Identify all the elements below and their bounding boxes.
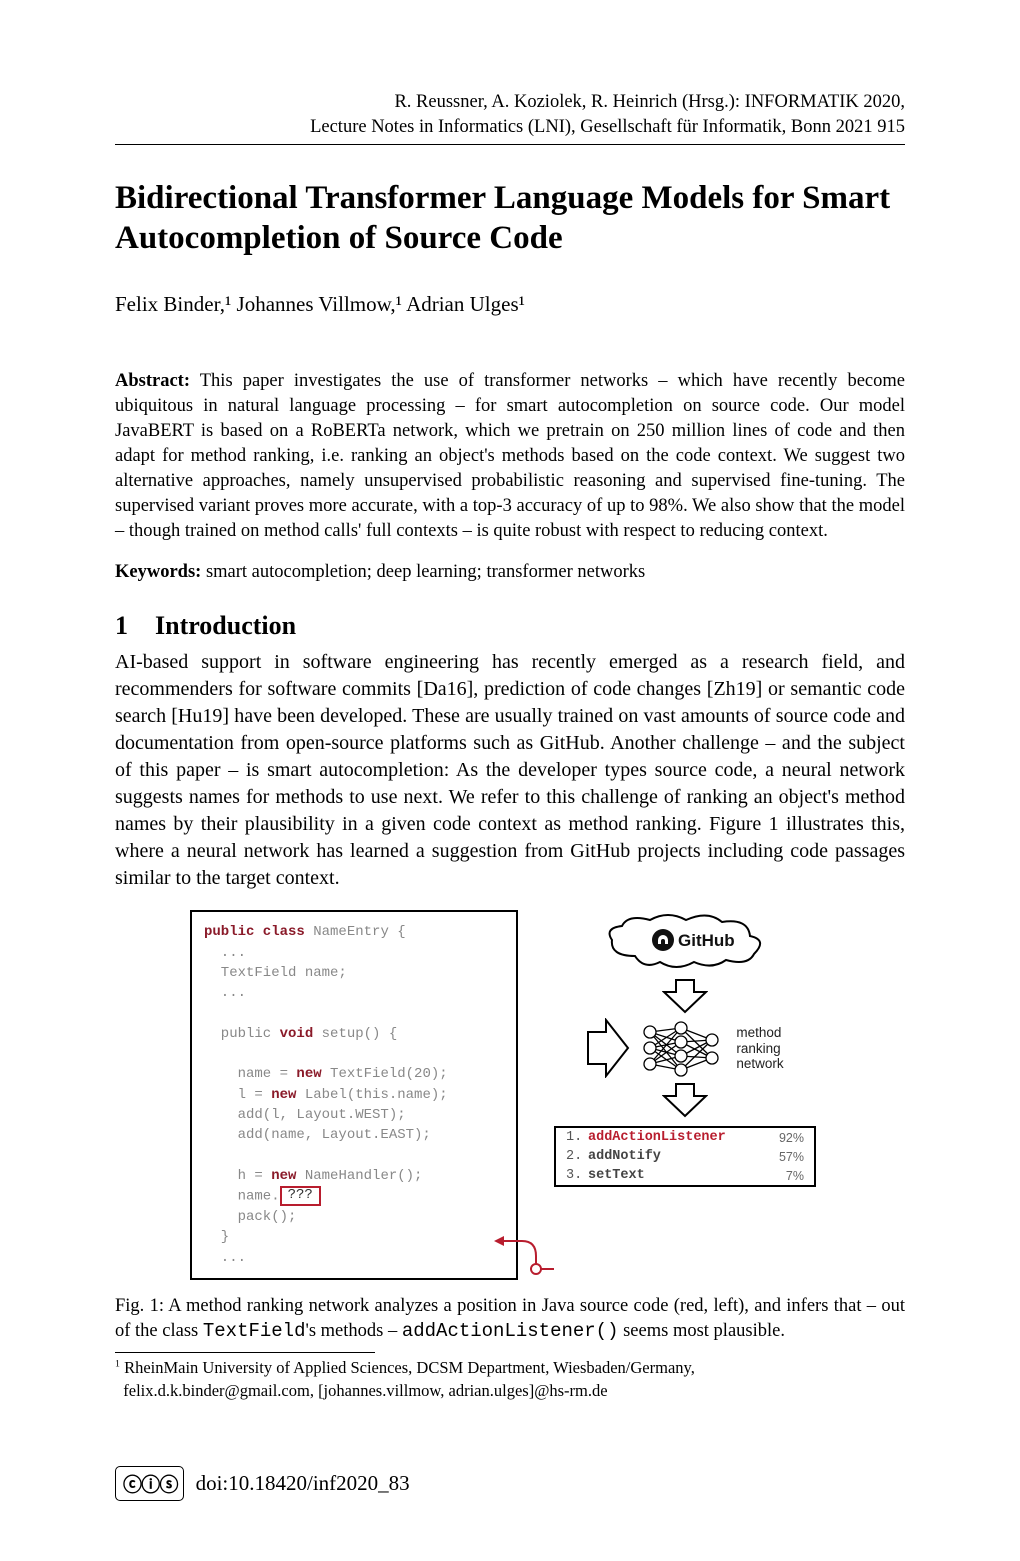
header-rule <box>115 144 905 145</box>
rank-num: 2. <box>566 1149 588 1164</box>
rank-num: 1. <box>566 1130 588 1145</box>
section-number: 1 <box>115 611 155 641</box>
code-l7: add(l, Layout.WEST); <box>204 1107 406 1123</box>
footnote-block: 1 RheinMain University of Applied Scienc… <box>115 1357 905 1402</box>
keywords-block: Keywords: smart autocompletion; deep lea… <box>115 562 905 583</box>
caption-code-2: addActionListener() <box>402 1320 619 1342</box>
abstract-block: Abstract: This paper investigates the us… <box>115 369 905 544</box>
network-label: method ranking network <box>736 1025 783 1072</box>
code-l3: TextField name; <box>204 965 347 981</box>
kw-public-class: public class <box>204 924 305 940</box>
rank-num: 3. <box>566 1168 588 1183</box>
kw-new-2: new <box>271 1087 296 1103</box>
code-l10a: name. <box>204 1189 280 1205</box>
rank-name: addNotify <box>588 1149 764 1164</box>
figure-right-col: GitHub <box>554 910 816 1279</box>
section-title: Introduction <box>155 611 296 640</box>
rank-pct: 92% <box>764 1131 804 1145</box>
caption-text-b: seems most plausible. <box>618 1321 784 1341</box>
running-header: R. Reussner, A. Koziolek, R. Heinrich (H… <box>115 90 905 140</box>
rank-row-2: 2. addNotify 57% <box>556 1147 814 1166</box>
footnote-line-1: RheinMain University of Applied Sciences… <box>124 1358 695 1377</box>
author-line: Felix Binder,¹ Johannes Villmow,¹ Adrian… <box>115 292 905 317</box>
figure-caption: Fig. 1: A method ranking network analyze… <box>115 1294 905 1345</box>
code-l6c: Label(this.name); <box>296 1087 447 1103</box>
code-l1b: NameEntry { <box>305 924 406 940</box>
code-l5c: TextField(20); <box>322 1066 448 1082</box>
keywords-text: smart autocompletion; deep learning; tra… <box>206 562 645 582</box>
footnote-marker: 1 <box>115 1359 120 1370</box>
code-l35: ... <box>204 985 246 1001</box>
keywords-label: Keywords: <box>115 562 201 582</box>
github-cloud-icon: GitHub <box>600 910 770 974</box>
rank-pct: 57% <box>764 1150 804 1164</box>
caption-code-1: TextField <box>203 1320 306 1342</box>
code-l13: ... <box>204 1250 246 1266</box>
footnote-rule <box>115 1352 375 1353</box>
code-l5a: name = <box>204 1066 296 1082</box>
github-label: GitHub <box>678 931 735 950</box>
code-l4a: public <box>204 1026 280 1042</box>
down-arrow-icon-2 <box>662 1082 708 1118</box>
kw-new-3: new <box>271 1168 296 1184</box>
rank-pct: 7% <box>764 1169 804 1183</box>
intro-paragraph: AI-based support in software engineering… <box>115 649 905 892</box>
ranking-box: 1. addActionListener 92% 2. addNotify 57… <box>554 1126 816 1187</box>
code-l2: ... <box>204 945 246 961</box>
code-box: public class NameEntry { ... TextField n… <box>190 910 518 1279</box>
neural-network-icon <box>636 1018 726 1078</box>
down-arrow-icon <box>662 978 708 1014</box>
rank-name-top: addActionListener <box>588 1130 764 1145</box>
kw-void: void <box>280 1026 314 1042</box>
doi-text: doi:10.18420/inf2020_83 <box>196 1471 410 1496</box>
rank-row-1: 1. addActionListener 92% <box>556 1128 814 1147</box>
code-l9a: h = <box>204 1168 271 1184</box>
paper-title: Bidirectional Transformer Language Model… <box>115 179 905 258</box>
right-arrow-icon <box>586 1018 630 1078</box>
code-l11: pack(); <box>204 1209 296 1225</box>
code-l8: add(name, Layout.EAST); <box>204 1127 431 1143</box>
code-l12: } <box>204 1229 229 1245</box>
figure-1: public class NameEntry { ... TextField n… <box>190 910 830 1279</box>
rank-row-3: 3. setText 7% <box>556 1166 814 1185</box>
page-footer: ⓒ ⓘ ⓢ doi:10.18420/inf2020_83 <box>115 1466 905 1501</box>
kw-new-1: new <box>296 1066 321 1082</box>
masked-token: ??? <box>280 1186 321 1205</box>
abstract-text: This paper investigates the use of trans… <box>115 371 905 541</box>
cc-license-icon: ⓒ ⓘ ⓢ <box>115 1466 184 1501</box>
footnote-line-2: felix.d.k.binder@gmail.com, [johannes.vi… <box>123 1381 607 1400</box>
abstract-label: Abstract: <box>115 371 190 391</box>
section-heading-1: 1Introduction <box>115 611 905 641</box>
rank-name: setText <box>588 1168 764 1183</box>
caption-mid: 's methods – <box>305 1321 401 1341</box>
code-l9c: NameHandler(); <box>296 1168 422 1184</box>
code-l4c: setup() { <box>313 1026 397 1042</box>
header-line-1: R. Reussner, A. Koziolek, R. Heinrich (H… <box>394 92 905 112</box>
header-line-2: Lecture Notes in Informatics (LNI), Gese… <box>310 117 905 137</box>
code-l6a: l = <box>204 1087 271 1103</box>
